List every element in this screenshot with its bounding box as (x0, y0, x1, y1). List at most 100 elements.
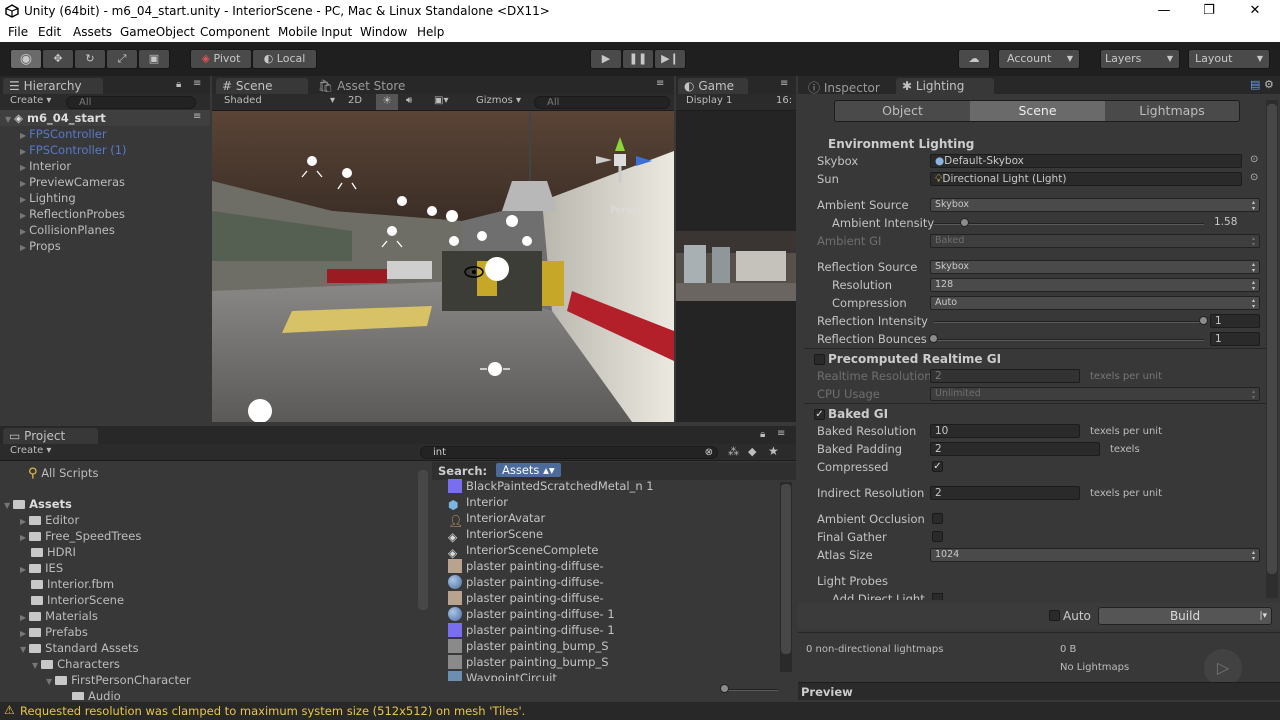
tab-scene[interactable]: # Scene (216, 78, 308, 95)
settings-gear-icon[interactable]: ⚙ (1264, 78, 1274, 91)
results-scrollbar[interactable] (781, 484, 791, 654)
tab-game[interactable]: ◐ Game (678, 78, 748, 95)
layers-dropdown[interactable]: Layers ▼ (1100, 49, 1180, 69)
reflection-intensity-field[interactable]: 1 (1210, 314, 1260, 328)
ambient-intensity-slider[interactable] (934, 223, 1204, 225)
cloud-button[interactable]: ☁ (958, 49, 990, 69)
list-item[interactable]: ◈ InteriorSceneComplete (448, 543, 598, 560)
filter-type-icon[interactable]: ⁂ (728, 445, 739, 458)
panel-menu-icon[interactable]: ≡ (780, 78, 788, 89)
reflection-intensity-slider-handle[interactable] (1199, 316, 1208, 325)
tree-item-interior-fbm[interactable]: Interior.fbm (31, 577, 114, 591)
move-tool-button[interactable]: ✥ (42, 49, 74, 69)
minimize-button[interactable]: — (1141, 0, 1187, 23)
list-item[interactable]: plaster painting-diffuse- 1 (448, 607, 615, 621)
hierarchy-item-lighting[interactable]: ▶ Lighting (20, 191, 76, 205)
hierarchy-create-button[interactable]: Create ▾ (10, 95, 51, 106)
tree-item-ies[interactable]: ▶ IES (20, 561, 63, 575)
audio-toggle-icon[interactable]: 🔊︎ (406, 95, 412, 106)
scene-search-input[interactable]: All (534, 96, 670, 109)
tab-inspector[interactable]: ⓘ Inspector (802, 78, 894, 95)
chevron-down-icon[interactable]: |▾ (1259, 608, 1267, 624)
menu-mobile-input[interactable]: Mobile Input (278, 25, 352, 39)
scene-menu-icon[interactable]: ≡ (193, 111, 201, 122)
subtab-object[interactable]: Object (835, 101, 970, 121)
list-item[interactable]: plaster painting-diffuse- (448, 591, 604, 605)
local-toggle[interactable]: ◐ Local (252, 49, 317, 69)
tree-item-free-speedtrees[interactable]: ▶ Free_SpeedTrees (20, 529, 141, 543)
lighting-toggle-icon[interactable]: ☀ (376, 94, 398, 110)
ambient-occlusion-checkbox[interactable] (932, 513, 943, 524)
reflection-bounces-field[interactable]: 1 (1210, 332, 1260, 346)
hierarchy-item-props[interactable]: ▶ Props (20, 239, 61, 253)
status-bar[interactable]: ⚠ Requested resolution was clamped to ma… (0, 702, 1280, 720)
object-picker-icon[interactable]: ⊙ (1250, 172, 1258, 183)
tree-item-prefabs[interactable]: ▶ Prefabs (20, 625, 88, 639)
tab-lighting[interactable]: ✱ Lighting (896, 78, 994, 95)
tree-scrollbar[interactable] (418, 470, 428, 610)
hierarchy-item-collisionplanes[interactable]: ▶ CollisionPlanes (20, 223, 115, 237)
auto-build-checkbox[interactable] (1049, 610, 1060, 621)
list-item[interactable]: plaster painting_bump_S (448, 655, 609, 669)
reflection-bounces-slider[interactable] (934, 339, 1204, 341)
tab-hierarchy[interactable]: ☰ Hierarchy (3, 78, 103, 95)
pause-button[interactable]: ❚❚ (622, 49, 654, 69)
search-scope-assets[interactable]: Assets ▴▾ (496, 463, 561, 477)
object-picker-icon[interactable]: ⊙ (1250, 154, 1258, 165)
tree-item-characters[interactable]: ▼ Characters (32, 657, 120, 671)
hierarchy-item-reflectionprobes[interactable]: ▶ ReflectionProbes (20, 207, 125, 221)
game-viewport[interactable] (676, 231, 796, 301)
view-tool-button[interactable]: ◉ (10, 49, 42, 69)
display-dropdown[interactable]: Display 1 (686, 95, 732, 106)
preview-bar[interactable]: Preview (798, 682, 1280, 700)
close-button[interactable]: ✕ (1232, 0, 1278, 23)
tree-item-audio[interactable]: Audio (72, 689, 121, 700)
list-item[interactable]: plaster painting-diffuse- (448, 559, 604, 573)
baked-padding-field[interactable]: 2 (930, 442, 1100, 456)
effects-dropdown-icon[interactable]: ▣▾ (434, 95, 448, 106)
list-item[interactable]: WaypointCircuit (448, 671, 557, 681)
shading-mode-dropdown[interactable]: Shaded ▾ (224, 95, 335, 106)
reflection-bounces-slider-handle[interactable] (929, 334, 938, 343)
tab-asset-store[interactable]: 🛍︎ Asset Store (312, 78, 422, 95)
icon-size-slider-handle[interactable] (720, 684, 729, 693)
list-item[interactable]: plaster painting-diffuse- (448, 575, 604, 589)
list-item[interactable]: BlackPaintedScratchedMetal_n 1 (448, 479, 654, 493)
aspect-dropdown[interactable]: 16: (776, 95, 792, 106)
tab-project[interactable]: ▭ Project (3, 428, 98, 445)
hierarchy-item-interior[interactable]: ▶ Interior (20, 159, 71, 173)
list-item[interactable]: 👤︎ InteriorAvatar (448, 511, 545, 528)
menu-gameobject[interactable]: GameObject (120, 25, 195, 39)
reflection-intensity-slider[interactable] (934, 321, 1204, 323)
skybox-field[interactable]: ●Default-Skybox (930, 154, 1242, 168)
sun-field[interactable]: 💡︎Directional Light (Light) (930, 172, 1242, 186)
project-create-button[interactable]: Create ▾ (10, 445, 51, 456)
add-direct-light-checkbox[interactable] (932, 593, 943, 600)
menu-file[interactable]: File (8, 25, 28, 39)
compression-dropdown[interactable]: Auto (930, 296, 1260, 310)
ambient-intensity-field[interactable]: 1.58 (1210, 216, 1260, 230)
list-item[interactable]: ◈ InteriorScene (448, 527, 543, 544)
scale-tool-button[interactable]: ⤢ (106, 49, 138, 69)
play-button[interactable]: ▶ (590, 49, 622, 69)
tree-item-firstpersoncharacter[interactable]: ▼ FirstPersonCharacter (46, 673, 191, 687)
gizmos-dropdown[interactable]: Gizmos ▾ (476, 95, 521, 106)
resolution-dropdown[interactable]: 128 (930, 278, 1260, 292)
clear-search-icon[interactable]: ⊗ (705, 447, 713, 458)
final-gather-checkbox[interactable] (932, 531, 943, 542)
panel-menu-icon[interactable]: ≡ (777, 428, 785, 439)
subtab-scene[interactable]: Scene (970, 101, 1105, 121)
list-item[interactable]: ⬢ Interior (448, 495, 508, 512)
menu-help[interactable]: Help (417, 25, 444, 39)
filter-label-icon[interactable]: ◆ (748, 445, 756, 458)
atlas-size-dropdown[interactable]: 1024 (930, 548, 1260, 562)
tree-item-editor[interactable]: ▶ Editor (20, 513, 79, 527)
menu-assets[interactable]: Assets (73, 25, 112, 39)
favorite-all-scripts[interactable]: ⚲ All Scripts (28, 466, 98, 481)
lock-icon[interactable]: 🔒︎ (760, 429, 765, 440)
panel-menu-icon[interactable]: ≡ (193, 78, 201, 89)
menu-edit[interactable]: Edit (38, 25, 61, 39)
account-dropdown[interactable]: Account ▼ (998, 49, 1080, 69)
hierarchy-item-fpscontroller-1[interactable]: ▶ FPSController (1) (20, 143, 127, 157)
favorite-star-icon[interactable]: ★ (768, 444, 779, 458)
